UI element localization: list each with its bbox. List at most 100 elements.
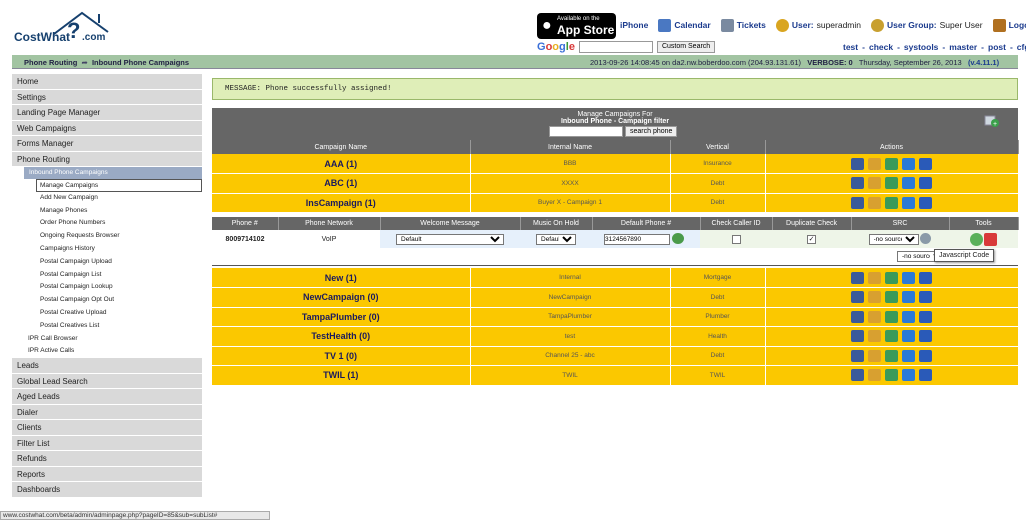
sidebar-subitem-ipr-active-calls[interactable]: IPR Active Calls — [12, 345, 202, 358]
schedule-icon[interactable] — [868, 177, 881, 190]
edit-campaign-icon[interactable] — [851, 291, 864, 304]
sidebar-item-forms-manager[interactable]: Forms Manager — [12, 136, 202, 152]
filter-icon[interactable] — [902, 177, 915, 190]
sidebar-subitem-postal-creative-upload[interactable]: Postal Creative Upload — [12, 307, 202, 320]
routing-icon[interactable] — [885, 157, 898, 170]
campaign-name[interactable]: TWIL (1) — [212, 365, 471, 386]
sidebar-subhead[interactable]: Inbound Phone Campaigns — [24, 167, 202, 179]
campaign-filter-input[interactable] — [549, 126, 623, 137]
campaign-name[interactable]: AAA (1) — [212, 154, 471, 174]
sidebar-item-home[interactable]: Home — [12, 74, 202, 90]
sidebar-item-phone-routing[interactable]: Phone Routing — [12, 151, 202, 167]
sidebar-subitem-manage-campaigns[interactable]: Manage Campaigns — [36, 179, 202, 192]
check-caller-id-checkbox[interactable] — [731, 234, 741, 244]
routing-icon[interactable] — [885, 349, 898, 362]
delete-filter-icon[interactable] — [919, 271, 932, 284]
delete-filter-icon[interactable] — [919, 177, 932, 190]
music-on-hold-select[interactable]: Default — [536, 233, 576, 245]
routing-icon[interactable] — [885, 196, 898, 209]
sidebar-item-settings[interactable]: Settings — [12, 89, 202, 105]
sidebar-subitem-postal-campaign-lookup[interactable]: Postal Campaign Lookup — [12, 281, 202, 294]
delete-filter-icon[interactable] — [919, 349, 932, 362]
routing-icon[interactable] — [885, 330, 898, 343]
edit-campaign-icon[interactable] — [851, 310, 864, 323]
edit-campaign-icon[interactable] — [851, 157, 864, 170]
sidebar-subitem-postal-campaign-list[interactable]: Postal Campaign List — [12, 269, 202, 282]
filter-icon[interactable] — [902, 349, 915, 362]
schedule-icon[interactable] — [868, 369, 881, 382]
edit-campaign-icon[interactable] — [851, 271, 864, 284]
edit-campaign-icon[interactable] — [851, 196, 864, 209]
campaign-name[interactable]: TampaPlumber (0) — [212, 307, 471, 327]
routing-icon[interactable] — [885, 291, 898, 304]
filter-icon[interactable] — [902, 310, 915, 323]
nav-tickets[interactable]: Tickets — [720, 18, 766, 32]
nav-calendar[interactable]: Calendar — [658, 18, 711, 32]
sidebar-item-clients[interactable]: Clients — [12, 420, 202, 436]
delete-filter-icon[interactable] — [919, 291, 932, 304]
filter-icon[interactable] — [902, 330, 915, 343]
schedule-icon[interactable] — [868, 291, 881, 304]
sidebar-subitem-ipr-call-browser[interactable]: IPR Call Browser — [12, 333, 202, 346]
sidebar-subitem-campaigns-history[interactable]: Campaigns History — [12, 243, 202, 256]
delete-filter-icon[interactable] — [919, 369, 932, 382]
google-search-input[interactable] — [578, 40, 653, 53]
sidebar-subitem-order-phone-numbers[interactable]: Order Phone Numbers — [12, 217, 202, 230]
routing-icon[interactable] — [885, 271, 898, 284]
filter-icon[interactable] — [902, 271, 915, 284]
campaign-name[interactable]: TestHealth (0) — [212, 326, 471, 347]
phone-tool-icon[interactable] — [969, 232, 983, 246]
sidebar-subitem-manage-phones[interactable]: Manage Phones — [12, 205, 202, 218]
filter-icon[interactable] — [902, 291, 915, 304]
sidebar-subitem-postal-creatives-list[interactable]: Postal Creatives List — [12, 320, 202, 333]
sidebar-item-web-campaigns[interactable]: Web Campaigns — [12, 120, 202, 136]
sidebar-item-global-lead-search[interactable]: Global Lead Search — [12, 373, 202, 390]
app-store-badge[interactable]: ● Available on the App Store — [537, 13, 616, 39]
sidebar-item-leads[interactable]: Leads — [12, 358, 202, 374]
sidebar-subitem-postal-campaign-upload[interactable]: Postal Campaign Upload — [12, 256, 202, 269]
delete-filter-icon[interactable] — [919, 330, 932, 343]
breadcrumb-parent[interactable]: Phone Routing — [24, 58, 77, 67]
sidebar-item-landing-page-manager[interactable]: Landing Page Manager — [12, 105, 202, 121]
custom-search-button[interactable]: Custom Search — [656, 40, 716, 53]
routing-icon[interactable] — [885, 310, 898, 323]
sidebar-item-refunds[interactable]: Refunds — [12, 451, 202, 467]
default-phone-input[interactable] — [604, 233, 670, 245]
filter-icon[interactable] — [902, 157, 915, 170]
campaign-name[interactable]: NewCampaign (0) — [212, 287, 471, 308]
sidebar-item-reports[interactable]: Reports — [12, 466, 202, 483]
schedule-icon[interactable] — [868, 330, 881, 343]
edit-campaign-icon[interactable] — [851, 177, 864, 190]
javascript-code-icon[interactable] — [984, 232, 998, 246]
subnav-post[interactable]: post — [988, 42, 1006, 52]
sidebar-item-aged-leads[interactable]: Aged Leads — [12, 389, 202, 405]
sidebar-subitem-postal-campaign-opt-out[interactable]: Postal Campaign Opt Out — [12, 294, 202, 307]
logo[interactable]: CostWhat ? .com — [12, 10, 112, 46]
src-select[interactable]: -no source- — [868, 233, 919, 245]
sidebar-subitem-ongoing-requests-browser[interactable]: Ongoing Requests Browser — [12, 230, 202, 243]
subnav-cfg[interactable]: cfg — [1017, 42, 1026, 52]
edit-campaign-icon[interactable] — [851, 349, 864, 362]
subnav-master[interactable]: master — [949, 42, 977, 52]
sidebar-item-filter-list[interactable]: Filter List — [12, 435, 202, 452]
schedule-icon[interactable] — [868, 271, 881, 284]
campaign-name[interactable]: TV 1 (0) — [212, 346, 471, 366]
sidebar-item-dashboards[interactable]: Dashboards — [12, 482, 202, 498]
schedule-icon[interactable] — [868, 196, 881, 209]
schedule-icon[interactable] — [868, 157, 881, 170]
src-settings-icon[interactable] — [920, 233, 932, 245]
schedule-icon[interactable] — [868, 310, 881, 323]
add-campaign-icon[interactable]: + — [984, 114, 1000, 128]
routing-icon[interactable] — [885, 177, 898, 190]
campaign-name[interactable]: InsCampaign (1) — [212, 193, 471, 213]
routing-icon[interactable] — [885, 369, 898, 382]
campaign-name[interactable]: ABC (1) — [212, 173, 471, 194]
edit-campaign-icon[interactable] — [851, 369, 864, 382]
filter-icon[interactable] — [902, 196, 915, 209]
search-phone-button[interactable]: search phone — [625, 126, 678, 137]
sidebar-subitem-add-new-campaign[interactable]: Add New Campaign — [12, 192, 202, 205]
duplicate-check-checkbox[interactable]: ✓ — [807, 234, 816, 244]
subnav-systools[interactable]: systools — [904, 42, 939, 52]
delete-filter-icon[interactable] — [919, 310, 932, 323]
filter-icon[interactable] — [902, 369, 915, 382]
